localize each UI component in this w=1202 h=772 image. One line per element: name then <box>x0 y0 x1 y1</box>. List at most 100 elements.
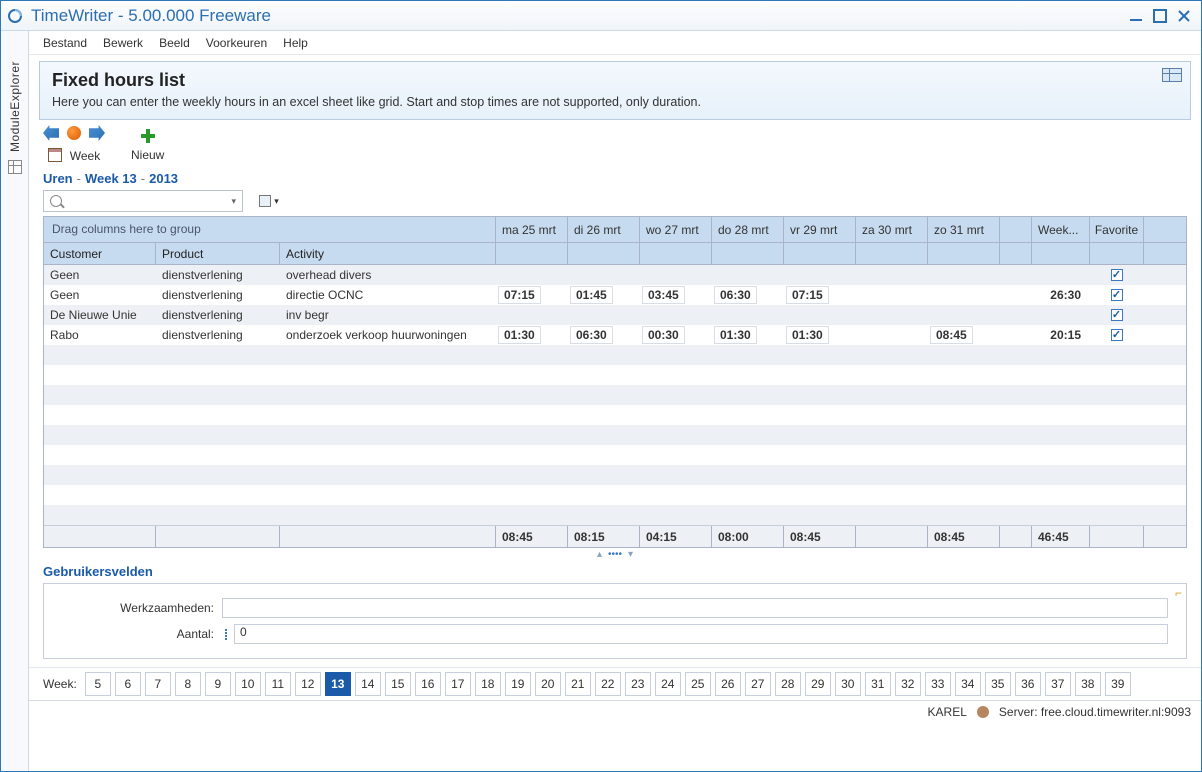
week-button-22[interactable]: 22 <box>595 672 621 696</box>
hour-cell[interactable] <box>570 266 582 284</box>
week-button-19[interactable]: 19 <box>505 672 531 696</box>
col-activity[interactable]: Activity <box>280 243 496 264</box>
hour-cell[interactable] <box>786 266 798 284</box>
week-button-34[interactable]: 34 <box>955 672 981 696</box>
close-button[interactable] <box>1173 7 1195 25</box>
week-button-26[interactable]: 26 <box>715 672 741 696</box>
week-button-8[interactable]: 8 <box>175 672 201 696</box>
hour-cell[interactable]: 07:15 <box>498 286 541 304</box>
week-button-38[interactable]: 38 <box>1075 672 1101 696</box>
week-button-37[interactable]: 37 <box>1045 672 1071 696</box>
hour-cell[interactable] <box>786 306 798 324</box>
hour-cell[interactable] <box>570 306 582 324</box>
week-button-29[interactable]: 29 <box>805 672 831 696</box>
week-button-25[interactable]: 25 <box>685 672 711 696</box>
favorite-checkbox[interactable]: ✓ <box>1111 329 1123 341</box>
week-button-10[interactable]: 10 <box>235 672 261 696</box>
week-button-17[interactable]: 17 <box>445 672 471 696</box>
hour-cell[interactable] <box>858 306 870 324</box>
col-day-4[interactable]: vr 29 mrt <box>784 217 856 242</box>
menu-help[interactable]: Help <box>283 36 308 50</box>
col-week[interactable]: Week... <box>1032 217 1090 242</box>
hour-cell[interactable] <box>642 266 654 284</box>
hour-cell[interactable] <box>930 286 942 304</box>
menu-bewerk[interactable]: Bewerk <box>103 36 143 50</box>
favorite-checkbox[interactable]: ✓ <box>1111 289 1123 301</box>
hour-cell[interactable] <box>642 306 654 324</box>
splitter-handle[interactable]: ▴••••▾ <box>29 548 1201 560</box>
hour-cell[interactable]: 07:15 <box>786 286 829 304</box>
week-button-6[interactable]: 6 <box>115 672 141 696</box>
week-button-14[interactable]: 14 <box>355 672 381 696</box>
week-button-15[interactable]: 15 <box>385 672 411 696</box>
next-week-button[interactable] <box>89 125 105 141</box>
hour-cell[interactable] <box>858 326 870 344</box>
hour-cell[interactable]: 00:30 <box>642 326 685 344</box>
werkzaamheden-input[interactable] <box>222 598 1168 618</box>
week-button-30[interactable]: 30 <box>835 672 861 696</box>
new-button-icon[interactable] <box>141 129 155 143</box>
hour-cell[interactable]: 01:30 <box>714 326 757 344</box>
fields-corner-icon[interactable]: ⌐ <box>1175 586 1182 600</box>
week-button-9[interactable]: 9 <box>205 672 231 696</box>
week-button-11[interactable]: 11 <box>265 672 291 696</box>
menu-voorkeuren[interactable]: Voorkeuren <box>206 36 267 50</box>
menu-beeld[interactable]: Beeld <box>159 36 190 50</box>
week-button-24[interactable]: 24 <box>655 672 681 696</box>
hour-cell[interactable] <box>714 306 726 324</box>
hour-cell[interactable] <box>498 266 510 284</box>
col-product[interactable]: Product <box>156 243 280 264</box>
col-day-1[interactable]: di 26 mrt <box>568 217 640 242</box>
col-day-2[interactable]: wo 27 mrt <box>640 217 712 242</box>
week-button-31[interactable]: 31 <box>865 672 891 696</box>
week-button-36[interactable]: 36 <box>1015 672 1041 696</box>
week-button-27[interactable]: 27 <box>745 672 771 696</box>
filter-button[interactable]: ▾ <box>253 191 285 211</box>
menu-bestand[interactable]: Bestand <box>43 36 87 50</box>
aantal-input[interactable]: 0 <box>234 624 1168 644</box>
favorite-checkbox[interactable]: ✓ <box>1111 269 1123 281</box>
hour-cell[interactable] <box>858 286 870 304</box>
week-button-39[interactable]: 39 <box>1105 672 1131 696</box>
toolbar-new-label[interactable]: Nieuw <box>131 148 164 162</box>
search-input[interactable]: ▾ <box>43 190 243 212</box>
week-button-33[interactable]: 33 <box>925 672 951 696</box>
week-button-20[interactable]: 20 <box>535 672 561 696</box>
table-row[interactable]: Rabodienstverleningonderzoek verkoop huu… <box>44 325 1186 345</box>
calendar-icon[interactable] <box>48 148 62 162</box>
table-row[interactable]: Geendienstverleningdirectie OCNC07:1501:… <box>44 285 1186 305</box>
week-button-28[interactable]: 28 <box>775 672 801 696</box>
minimize-button[interactable] <box>1125 7 1147 25</box>
week-button-21[interactable]: 21 <box>565 672 591 696</box>
prev-week-button[interactable] <box>43 125 59 141</box>
col-favorite[interactable]: Favorite <box>1090 217 1144 242</box>
chevron-down-icon[interactable]: ▾ <box>231 196 236 207</box>
table-row[interactable]: De Nieuwe Uniedienstverleninginv begr✓ <box>44 305 1186 325</box>
week-button-7[interactable]: 7 <box>145 672 171 696</box>
hour-cell[interactable] <box>498 306 510 324</box>
hour-cell[interactable] <box>930 306 942 324</box>
maximize-button[interactable] <box>1149 7 1171 25</box>
col-day-5[interactable]: za 30 mrt <box>856 217 928 242</box>
hour-cell[interactable] <box>930 266 942 284</box>
table-row[interactable]: Geendienstverleningoverhead divers✓ <box>44 265 1186 285</box>
hour-cell[interactable]: 01:30 <box>786 326 829 344</box>
hour-cell[interactable]: 01:30 <box>498 326 541 344</box>
group-drop-zone[interactable]: Drag columns here to group <box>44 217 496 242</box>
week-button-16[interactable]: 16 <box>415 672 441 696</box>
col-customer[interactable]: Customer <box>44 243 156 264</box>
week-button-12[interactable]: 12 <box>295 672 321 696</box>
hour-cell[interactable]: 03:45 <box>642 286 685 304</box>
hour-cell[interactable] <box>858 266 870 284</box>
week-button-32[interactable]: 32 <box>895 672 921 696</box>
week-button-18[interactable]: 18 <box>475 672 501 696</box>
hour-cell[interactable]: 06:30 <box>714 286 757 304</box>
hour-cell[interactable]: 06:30 <box>570 326 613 344</box>
week-button-23[interactable]: 23 <box>625 672 651 696</box>
drag-dots-icon[interactable] <box>225 629 231 640</box>
hour-cell[interactable]: 08:45 <box>930 326 973 344</box>
hour-cell[interactable] <box>714 266 726 284</box>
week-button-13[interactable]: 13 <box>325 672 351 696</box>
week-button-5[interactable]: 5 <box>85 672 111 696</box>
col-day-6[interactable]: zo 31 mrt <box>928 217 1000 242</box>
